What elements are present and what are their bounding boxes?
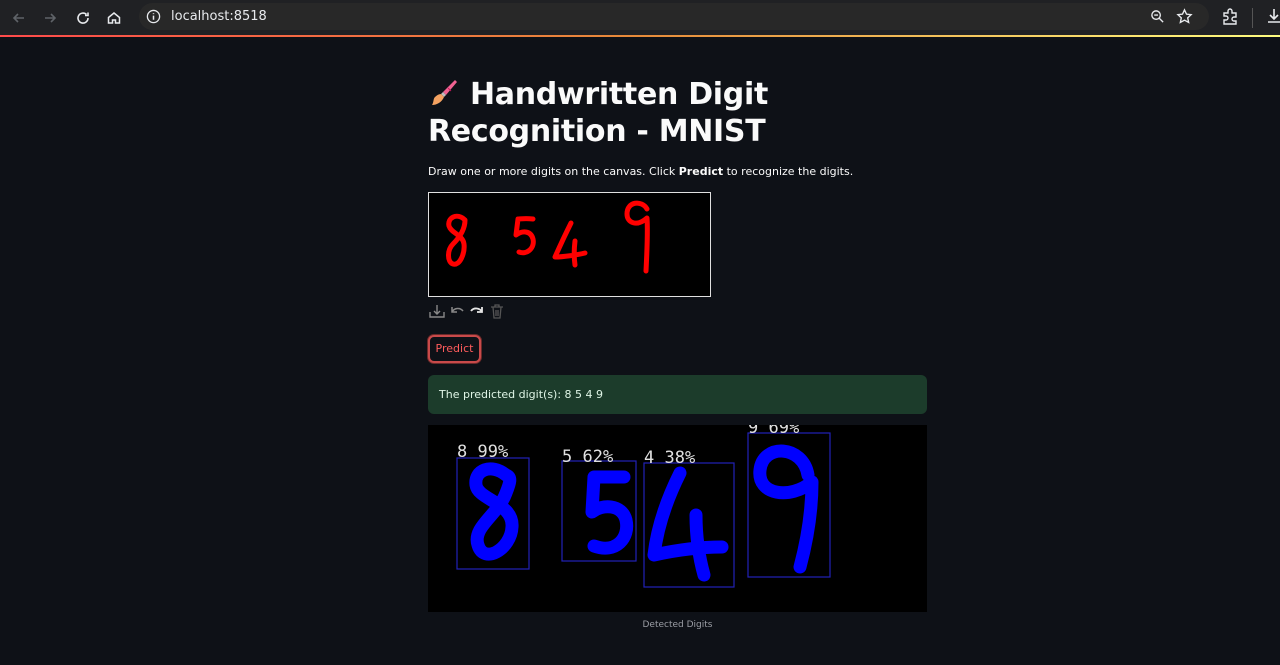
drawn-digit-4 — [552, 220, 588, 268]
detected-digits-image: 8 99% 5 62% 4 38% 9 69% — [428, 425, 927, 612]
address-bar[interactable]: localhost:8518 — [139, 3, 1209, 30]
trash-icon[interactable] — [488, 302, 506, 320]
url-text[interactable]: localhost:8518 — [171, 9, 267, 24]
predict-button[interactable]: Predict — [428, 335, 481, 363]
home-icon[interactable] — [102, 6, 126, 30]
drawing-canvas[interactable] — [428, 192, 711, 297]
download-icon[interactable] — [428, 302, 446, 320]
download-icon[interactable] — [1265, 7, 1280, 25]
image-caption: Detected Digits — [642, 620, 713, 630]
back-icon[interactable] — [7, 6, 31, 30]
reload-icon[interactable] — [71, 6, 95, 30]
redo-icon[interactable] — [468, 302, 486, 320]
info-icon[interactable] — [146, 9, 161, 24]
page-title: Handwritten Digit Recognition - MNIST — [428, 77, 768, 149]
detection-label-4: 4 38% — [644, 448, 695, 468]
extensions-icon[interactable] — [1221, 7, 1239, 25]
detection-label-9: 9 69% — [748, 425, 799, 438]
prediction-result: The predicted digit(s): 8 5 4 9 — [428, 375, 927, 414]
canvas-toolbar — [428, 302, 506, 320]
drawn-digit-5 — [513, 216, 536, 256]
star-icon[interactable] — [1176, 8, 1193, 25]
forward-icon[interactable] — [38, 6, 62, 30]
drawn-digit-8 — [446, 213, 468, 267]
toolbar-divider — [1252, 8, 1253, 28]
undo-icon[interactable] — [448, 302, 466, 320]
detected-digit-5 — [585, 470, 634, 555]
detection-label-8: 8 99% — [457, 442, 508, 462]
detected-digit-4 — [647, 466, 729, 582]
instructions-text: Draw one or more digits on the canvas. C… — [428, 165, 854, 178]
detection-label-5: 5 62% — [562, 447, 613, 467]
drawn-digits — [446, 200, 650, 274]
app-header-accent — [0, 35, 1280, 37]
detected-digit-8 — [469, 462, 519, 561]
browser-toolbar: localhost:8518 — [0, 0, 1280, 37]
drawn-digit-9 — [624, 200, 650, 274]
paintbrush-icon — [432, 80, 457, 105]
zoom-icon[interactable] — [1150, 9, 1165, 24]
detected-digit-9 — [753, 444, 819, 574]
